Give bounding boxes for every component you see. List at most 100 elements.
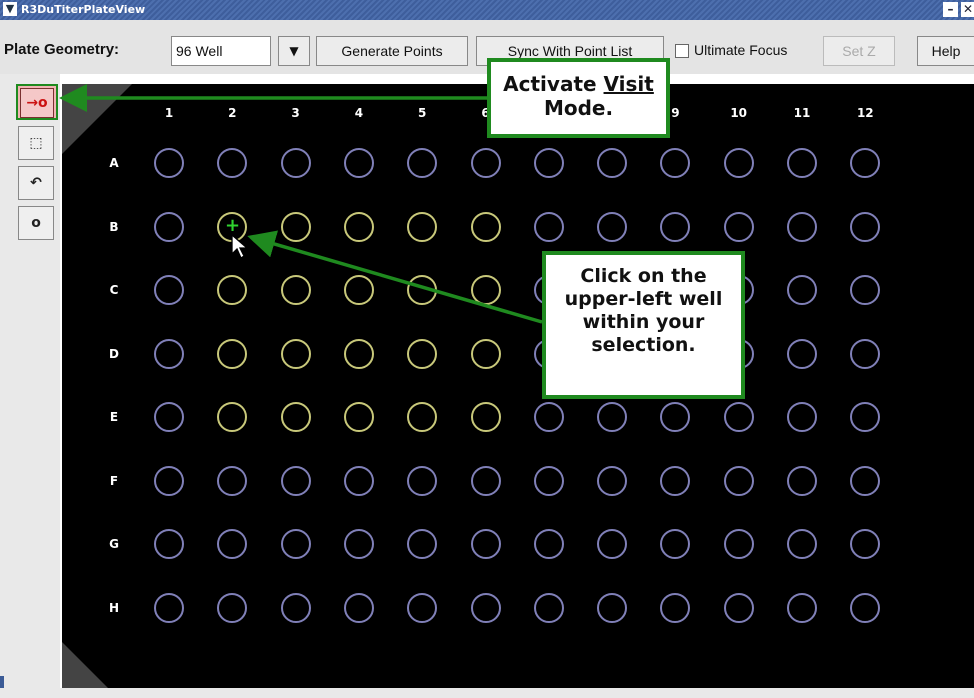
well-B9[interactable] (660, 211, 691, 242)
well-G3[interactable] (280, 529, 311, 559)
well-C11[interactable] (787, 275, 817, 305)
well-F8[interactable] (597, 465, 628, 496)
well-H9[interactable] (660, 592, 691, 623)
well-H2[interactable] (217, 592, 248, 623)
minimize-button[interactable]: – (943, 2, 958, 17)
well-B4[interactable] (343, 211, 374, 242)
well-B12[interactable] (850, 211, 881, 242)
visit-mode-button[interactable]: →o (16, 84, 58, 120)
well-F10[interactable] (723, 465, 754, 496)
chevron-down-icon[interactable]: ▼ (3, 2, 17, 16)
well-G7[interactable] (533, 529, 564, 559)
well-D12[interactable] (850, 338, 881, 369)
well-H11[interactable] (787, 592, 817, 623)
well-E3[interactable] (280, 402, 311, 432)
well-H8[interactable] (597, 592, 628, 623)
well-G6[interactable] (470, 529, 501, 559)
well-E8[interactable] (597, 402, 628, 432)
well-H6[interactable] (470, 592, 501, 623)
well-F9[interactable] (660, 465, 691, 496)
callout-text: Click on the (580, 265, 707, 287)
well-A8[interactable] (597, 148, 628, 178)
well-F4[interactable] (343, 465, 374, 496)
mouse-pointer-icon (231, 234, 249, 259)
well-E6[interactable] (470, 402, 501, 432)
titer-plate-view[interactable] (62, 84, 974, 698)
well-F11[interactable] (787, 465, 817, 496)
chevron-down-icon[interactable]: ▼ (278, 36, 310, 66)
well-F6[interactable] (470, 465, 501, 496)
well-H3[interactable] (280, 592, 311, 623)
well-F2[interactable] (217, 465, 248, 496)
ultimate-focus-checkbox[interactable] (675, 44, 689, 58)
well-E5[interactable] (407, 402, 438, 432)
well-E10[interactable] (723, 402, 754, 432)
well-D3[interactable] (280, 338, 311, 369)
well-H1[interactable] (154, 592, 184, 623)
well-B1[interactable] (154, 211, 184, 242)
well-E1[interactable] (154, 402, 184, 432)
visit-mode-icon: →o (20, 88, 54, 118)
well-G10[interactable] (723, 529, 754, 559)
well-H5[interactable] (407, 592, 438, 623)
well-H7[interactable] (533, 592, 564, 623)
well-A3[interactable] (280, 148, 311, 178)
window-title: R3DuTiterPlateView (21, 3, 146, 16)
well-A6[interactable] (470, 148, 501, 178)
well-H10[interactable] (723, 592, 754, 623)
well-E7[interactable] (533, 402, 564, 432)
row-label: A (109, 156, 119, 170)
well-C1[interactable] (154, 275, 184, 305)
well-F7[interactable] (533, 465, 564, 496)
well-B3[interactable] (280, 211, 311, 242)
well-B11[interactable] (787, 211, 817, 242)
row-label: F (109, 473, 119, 488)
column-label: 5 (418, 106, 427, 120)
well-C6[interactable] (470, 275, 501, 305)
well-B8[interactable] (597, 211, 628, 242)
undo-tool-button[interactable]: ↶ (18, 166, 54, 200)
callout-text: within your (582, 311, 705, 333)
well-G11[interactable] (787, 529, 817, 559)
set-z-button[interactable]: Set Z (823, 36, 895, 66)
plate-geometry-select[interactable]: 96 Well (171, 36, 271, 66)
close-button[interactable]: ✕ (961, 2, 974, 17)
well-F12[interactable] (850, 465, 881, 496)
well-G1[interactable] (154, 529, 184, 559)
well-H4[interactable] (343, 592, 374, 623)
select-tool-button[interactable]: ⬚ (18, 126, 54, 160)
well-D2[interactable] (217, 338, 248, 369)
well-D11[interactable] (787, 338, 817, 369)
well-B10[interactable] (723, 211, 754, 242)
well-G8[interactable] (597, 529, 628, 559)
well-A11[interactable] (787, 148, 817, 178)
callout-text: Activate (503, 72, 604, 96)
point-tool-button[interactable]: o (18, 206, 54, 240)
well-E11[interactable] (787, 402, 817, 432)
well-B6[interactable] (470, 211, 501, 242)
well-D5[interactable] (407, 338, 438, 369)
column-label: 1 (164, 106, 174, 120)
well-A7[interactable] (533, 148, 564, 178)
well-C3[interactable] (280, 275, 311, 305)
well-D4[interactable] (343, 338, 374, 369)
well-D1[interactable] (154, 338, 184, 369)
well-A10[interactable] (723, 148, 754, 178)
well-D6[interactable] (470, 338, 501, 369)
help-button[interactable]: Help (917, 36, 974, 66)
well-F3[interactable] (280, 465, 311, 496)
well-B5[interactable] (407, 211, 438, 242)
well-A5[interactable] (407, 148, 438, 178)
well-G4[interactable] (343, 529, 374, 559)
well-F1[interactable] (154, 465, 184, 496)
generate-points-button[interactable]: Generate Points (316, 36, 468, 66)
well-A4[interactable] (343, 148, 374, 178)
well-A1[interactable] (154, 148, 184, 178)
well-B7[interactable] (533, 211, 564, 242)
well-G5[interactable] (407, 529, 438, 559)
well-C4[interactable] (343, 275, 374, 305)
well-E4[interactable] (343, 402, 374, 432)
well-H12[interactable] (850, 592, 881, 623)
well-C5[interactable] (407, 275, 438, 305)
well-F5[interactable] (407, 465, 438, 496)
